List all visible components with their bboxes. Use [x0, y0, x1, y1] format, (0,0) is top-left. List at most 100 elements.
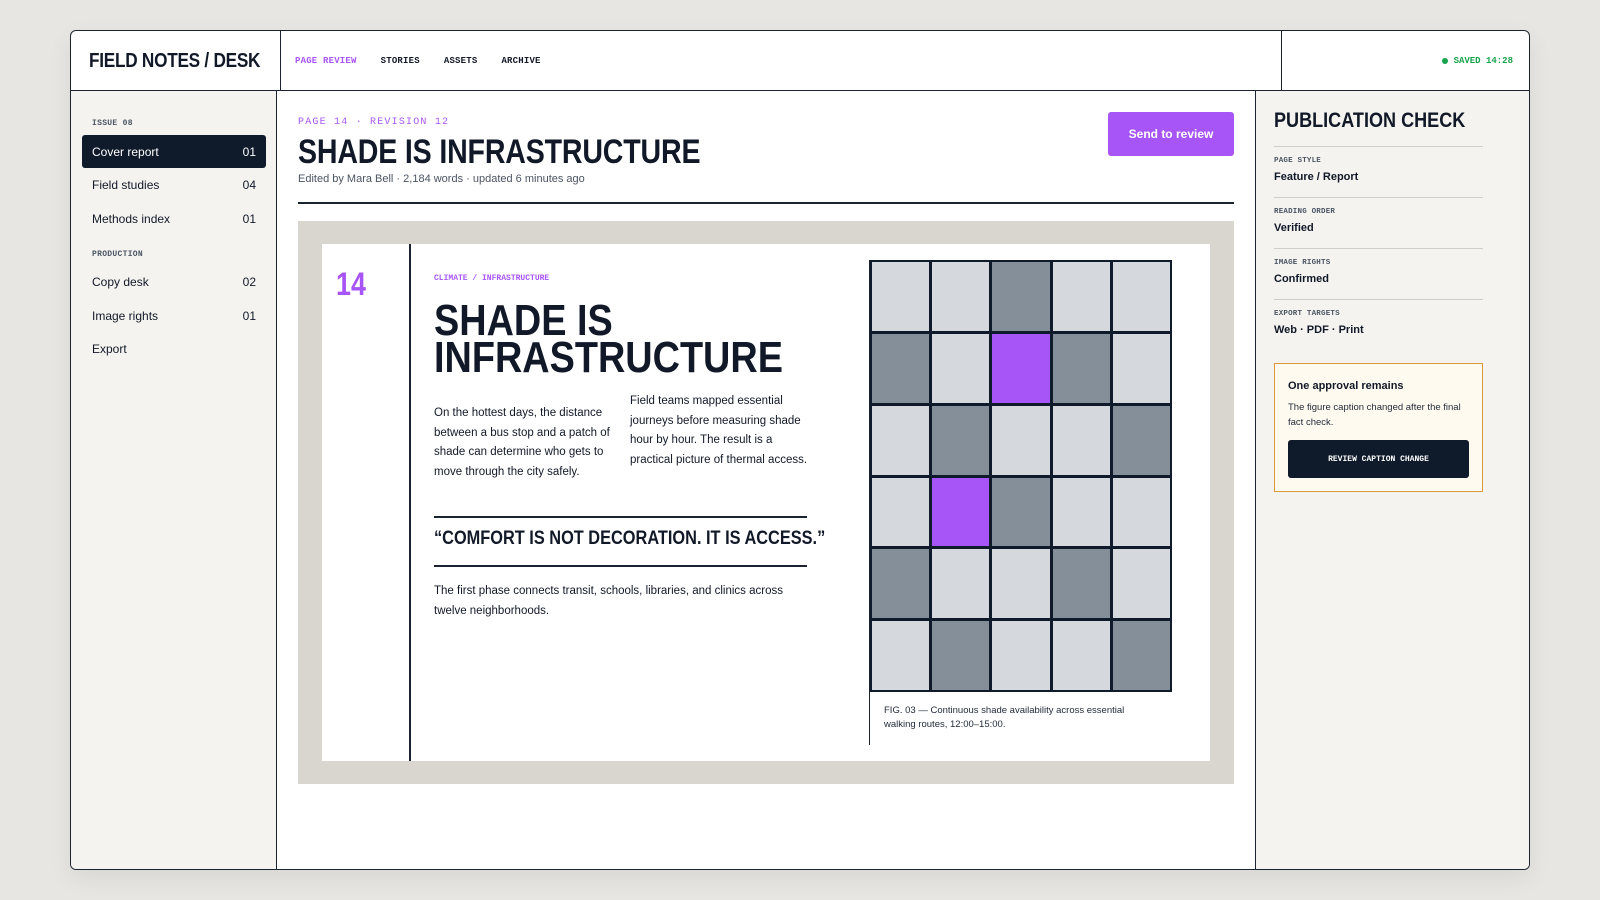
- review-caption-change-button[interactable]: REVIEW CAPTION CHANGE: [1288, 440, 1469, 478]
- body-column-2: Field teams mapped essential journeys be…: [630, 395, 808, 466]
- grid-cell-light: [1052, 621, 1110, 690]
- sidebar-item-label: Field studies: [92, 177, 160, 192]
- status-dot-icon: [1441, 58, 1448, 64]
- sidebar-item-label: Cover report: [92, 144, 159, 159]
- grid-cell-dark: [992, 477, 1050, 547]
- sidebar-item-label: Methods index: [92, 211, 171, 226]
- breadcrumb: PAGE 14 · REVISION 12: [298, 117, 450, 128]
- check-page-style: PAGE STYLE Feature / Report: [1274, 146, 1483, 183]
- brand: FIELD NOTES / DESK: [71, 31, 281, 91]
- grid-cell-light: [1112, 333, 1170, 403]
- body-column-1: On the hottest days, the distance betwee…: [434, 407, 610, 478]
- check-label: IMAGE RIGHTS: [1274, 259, 1331, 267]
- check-value: Feature / Report: [1274, 171, 1359, 183]
- top-bar: FIELD NOTES / DESK PAGE REVIEW STORIES A…: [71, 31, 1529, 91]
- grid-cell-dark: [932, 621, 990, 690]
- grid-cell-dark: [1112, 405, 1170, 475]
- grid-cell-light: [992, 549, 1050, 619]
- divider: [298, 202, 1234, 204]
- brand-title: FIELD NOTES / DESK: [89, 49, 261, 72]
- grid-cell-light: [872, 262, 930, 331]
- alert-title: One approval remains: [1288, 380, 1404, 392]
- sidebar-item-copy-desk[interactable]: Copy desk 02: [82, 265, 266, 298]
- check-image-rights: IMAGE RIGHTS Confirmed: [1274, 248, 1483, 285]
- grid-cell-dark: [1112, 621, 1170, 690]
- grid-cell-light: [932, 549, 990, 619]
- shade-grid: [870, 260, 1172, 692]
- grid-cell-dark: [872, 549, 930, 619]
- grid-cell-light: [992, 405, 1050, 475]
- saved-status-label: SAVED 14:28: [1453, 56, 1513, 66]
- grid-cell-dark: [1052, 549, 1110, 619]
- sidebar-group-production: PRODUCTION: [92, 250, 144, 259]
- approval-alert: One approval remains The figure caption …: [1274, 363, 1483, 492]
- check-label: READING ORDER: [1274, 208, 1336, 216]
- sidebar-item-export[interactable]: Export: [82, 332, 266, 365]
- grid-cell-light: [1052, 477, 1110, 547]
- saved-status: SAVED 14:28: [1441, 56, 1513, 66]
- grid-cell-accent: [992, 333, 1050, 403]
- main-content: PAGE 14 · REVISION 12 SHADE IS INFRASTRU…: [277, 91, 1255, 869]
- body-lower-paragraph: The first phase connects transit, school…: [434, 585, 783, 617]
- grid-cell-light: [872, 405, 930, 475]
- page-sheet: 14 CLIMATE / INFRASTRUCTURE SHADE IS INF…: [322, 244, 1210, 761]
- headline-line-2: INFRASTRUCTURE: [434, 333, 783, 382]
- grid-cell-light: [1112, 477, 1170, 547]
- quote-rule-top: [434, 516, 807, 518]
- nav-stories[interactable]: STORIES: [381, 56, 420, 66]
- send-to-review-button[interactable]: Send to review: [1108, 112, 1234, 156]
- top-right-area: SAVED 14:28: [1281, 31, 1529, 91]
- figure-03[interactable]: FIG. 03 — Continuous shade availability …: [869, 260, 1172, 745]
- publication-check-panel: PUBLICATION CHECK PAGE STYLE Feature / R…: [1255, 91, 1529, 869]
- grid-cell-dark: [872, 333, 930, 403]
- sidebar: ISSUE 08 Cover report 01 Field studies 0…: [71, 91, 277, 869]
- sidebar-group-issue: ISSUE 08: [92, 119, 133, 128]
- grid-cell-light: [1052, 405, 1110, 475]
- article-headline: SHADE IS INFRASTRUCTURE: [434, 299, 795, 382]
- check-value: Confirmed: [1274, 273, 1329, 285]
- article-kicker: CLIMATE / INFRASTRUCTURE: [434, 274, 550, 283]
- grid-cell-light: [872, 477, 930, 547]
- sidebar-item-image-rights[interactable]: Image rights 01: [82, 299, 266, 332]
- check-value: Verified: [1274, 222, 1314, 234]
- grid-cell-dark: [992, 262, 1050, 331]
- grid-cell-light: [1112, 549, 1170, 619]
- app-window: FIELD NOTES / DESK PAGE REVIEW STORIES A…: [70, 30, 1530, 870]
- sidebar-item-field-studies[interactable]: Field studies 04: [82, 168, 266, 201]
- quote-rule-bottom: [434, 565, 807, 567]
- check-label: PAGE STYLE: [1274, 157, 1322, 165]
- page-number: 14: [336, 266, 366, 302]
- sidebar-item-label: Image rights: [92, 308, 159, 323]
- alert-text: The figure caption changed after the fin…: [1288, 402, 1461, 428]
- page-preview-canvas: 14 CLIMATE / INFRASTRUCTURE SHADE IS INF…: [298, 221, 1234, 784]
- check-reading-order: READING ORDER Verified: [1274, 197, 1483, 234]
- check-export-targets: EXPORT TARGETS Web · PDF · Print: [1274, 299, 1483, 336]
- grid-cell-light: [1052, 262, 1110, 331]
- main-nav: PAGE REVIEW STORIES ASSETS ARCHIVE: [295, 31, 541, 91]
- figure-caption: FIG. 03 — Continuous shade availability …: [884, 705, 1125, 730]
- page-meta: Edited by Mara Bell · 2,184 words · upda…: [298, 173, 585, 185]
- nav-page-review[interactable]: PAGE REVIEW: [295, 56, 357, 66]
- grid-cell-light: [932, 333, 990, 403]
- nav-archive[interactable]: ARCHIVE: [501, 56, 540, 66]
- page-title: SHADE IS INFRASTRUCTURE: [298, 133, 701, 171]
- panel-title: PUBLICATION CHECK: [1274, 109, 1466, 132]
- sidebar-item-count: 01: [242, 308, 256, 323]
- sidebar-item-count: 02: [242, 274, 256, 289]
- grid-cell-light: [932, 262, 990, 331]
- sidebar-item-label: Copy desk: [92, 274, 149, 289]
- sidebar-item-count: 04: [242, 177, 256, 192]
- column-rule: [409, 244, 411, 761]
- check-label: EXPORT TARGETS: [1274, 310, 1340, 318]
- grid-cell-light: [1112, 262, 1170, 331]
- check-value: Web · PDF · Print: [1274, 324, 1364, 336]
- sidebar-item-count: 01: [242, 144, 256, 159]
- grid-cell-dark: [932, 405, 990, 475]
- nav-assets[interactable]: ASSETS: [444, 56, 478, 66]
- grid-cell-light: [992, 621, 1050, 690]
- pull-quote: “COMFORT IS NOT DECORATION. IT IS ACCESS…: [434, 528, 826, 549]
- sidebar-item-cover-report[interactable]: Cover report 01: [82, 135, 266, 168]
- grid-cell-dark: [1052, 333, 1110, 403]
- sidebar-item-label: Export: [92, 341, 127, 356]
- sidebar-item-methods-index[interactable]: Methods index 01: [82, 202, 266, 235]
